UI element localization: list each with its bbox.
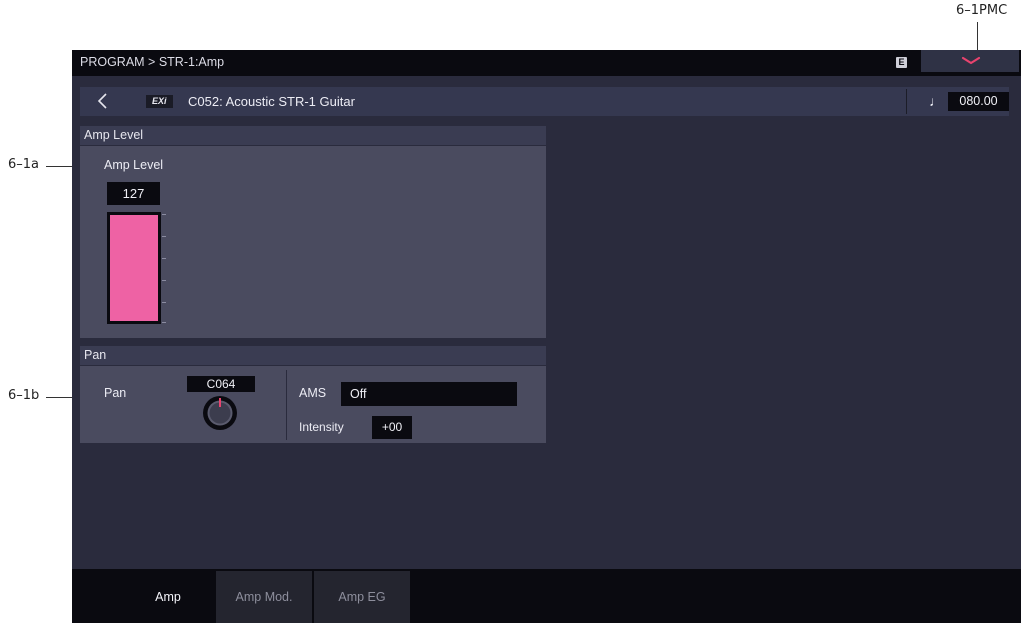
tab-amp[interactable]: Amp bbox=[120, 571, 216, 623]
ams-select[interactable]: Off bbox=[341, 382, 517, 406]
callout-amp-level: 6–1a bbox=[8, 157, 40, 172]
edit-badge: E bbox=[896, 57, 907, 68]
device-screen: PROGRAM > STR-1:Amp E EXi C052: Acoustic… bbox=[72, 50, 1021, 623]
page-menu-button[interactable] bbox=[921, 50, 1019, 72]
slider-tick bbox=[162, 236, 166, 237]
divider bbox=[286, 370, 287, 440]
amp-level-label: Amp Level bbox=[104, 158, 164, 172]
program-name-bar: EXi C052: Acoustic STR-1 Guitar ♩ 080.00 bbox=[80, 87, 1009, 116]
pan-value[interactable]: C064 bbox=[187, 376, 255, 392]
pan-label: Pan bbox=[104, 386, 127, 400]
slider-tick bbox=[162, 214, 166, 215]
chevron-down-icon bbox=[961, 56, 981, 65]
tab-amp-eg[interactable]: Amp EG bbox=[314, 571, 410, 623]
intensity-label: Intensity bbox=[299, 420, 344, 434]
amp-level-value[interactable]: 127 bbox=[107, 182, 160, 205]
amp-level-slider[interactable] bbox=[107, 212, 161, 324]
amp-level-slider-fill bbox=[110, 215, 158, 321]
pan-section: Pan C064 AMS Off Intensity +00 bbox=[80, 366, 546, 443]
slider-tick bbox=[162, 322, 166, 323]
back-arrow-icon[interactable] bbox=[94, 92, 112, 110]
quarter-note-icon: ♩ bbox=[929, 93, 943, 109]
program-name[interactable]: C052: Acoustic STR-1 Guitar bbox=[188, 94, 355, 109]
tempo-field[interactable]: 080.00 bbox=[948, 92, 1009, 111]
engine-tag: EXi bbox=[146, 95, 173, 108]
intensity-value[interactable]: +00 bbox=[372, 416, 412, 439]
pan-knob[interactable] bbox=[201, 394, 239, 432]
callout-pmc: 6–1PMC bbox=[956, 3, 1008, 18]
slider-tick bbox=[162, 302, 166, 303]
breadcrumb: PROGRAM > STR-1:Amp bbox=[80, 55, 225, 69]
ams-label: AMS bbox=[299, 386, 327, 400]
callout-pan: 6–1b bbox=[8, 388, 40, 403]
amp-level-section: Amp Level 127 bbox=[80, 146, 546, 338]
amp-level-section-header: Amp Level bbox=[80, 126, 546, 145]
slider-tick bbox=[162, 258, 166, 259]
tab-bar: Amp Amp Mod. Amp EG bbox=[72, 569, 1021, 623]
title-bar: PROGRAM > STR-1:Amp E bbox=[72, 50, 1021, 76]
pan-section-header: Pan bbox=[80, 346, 546, 365]
divider bbox=[906, 89, 907, 114]
tab-amp-mod[interactable]: Amp Mod. bbox=[216, 571, 312, 623]
slider-tick bbox=[162, 280, 166, 281]
